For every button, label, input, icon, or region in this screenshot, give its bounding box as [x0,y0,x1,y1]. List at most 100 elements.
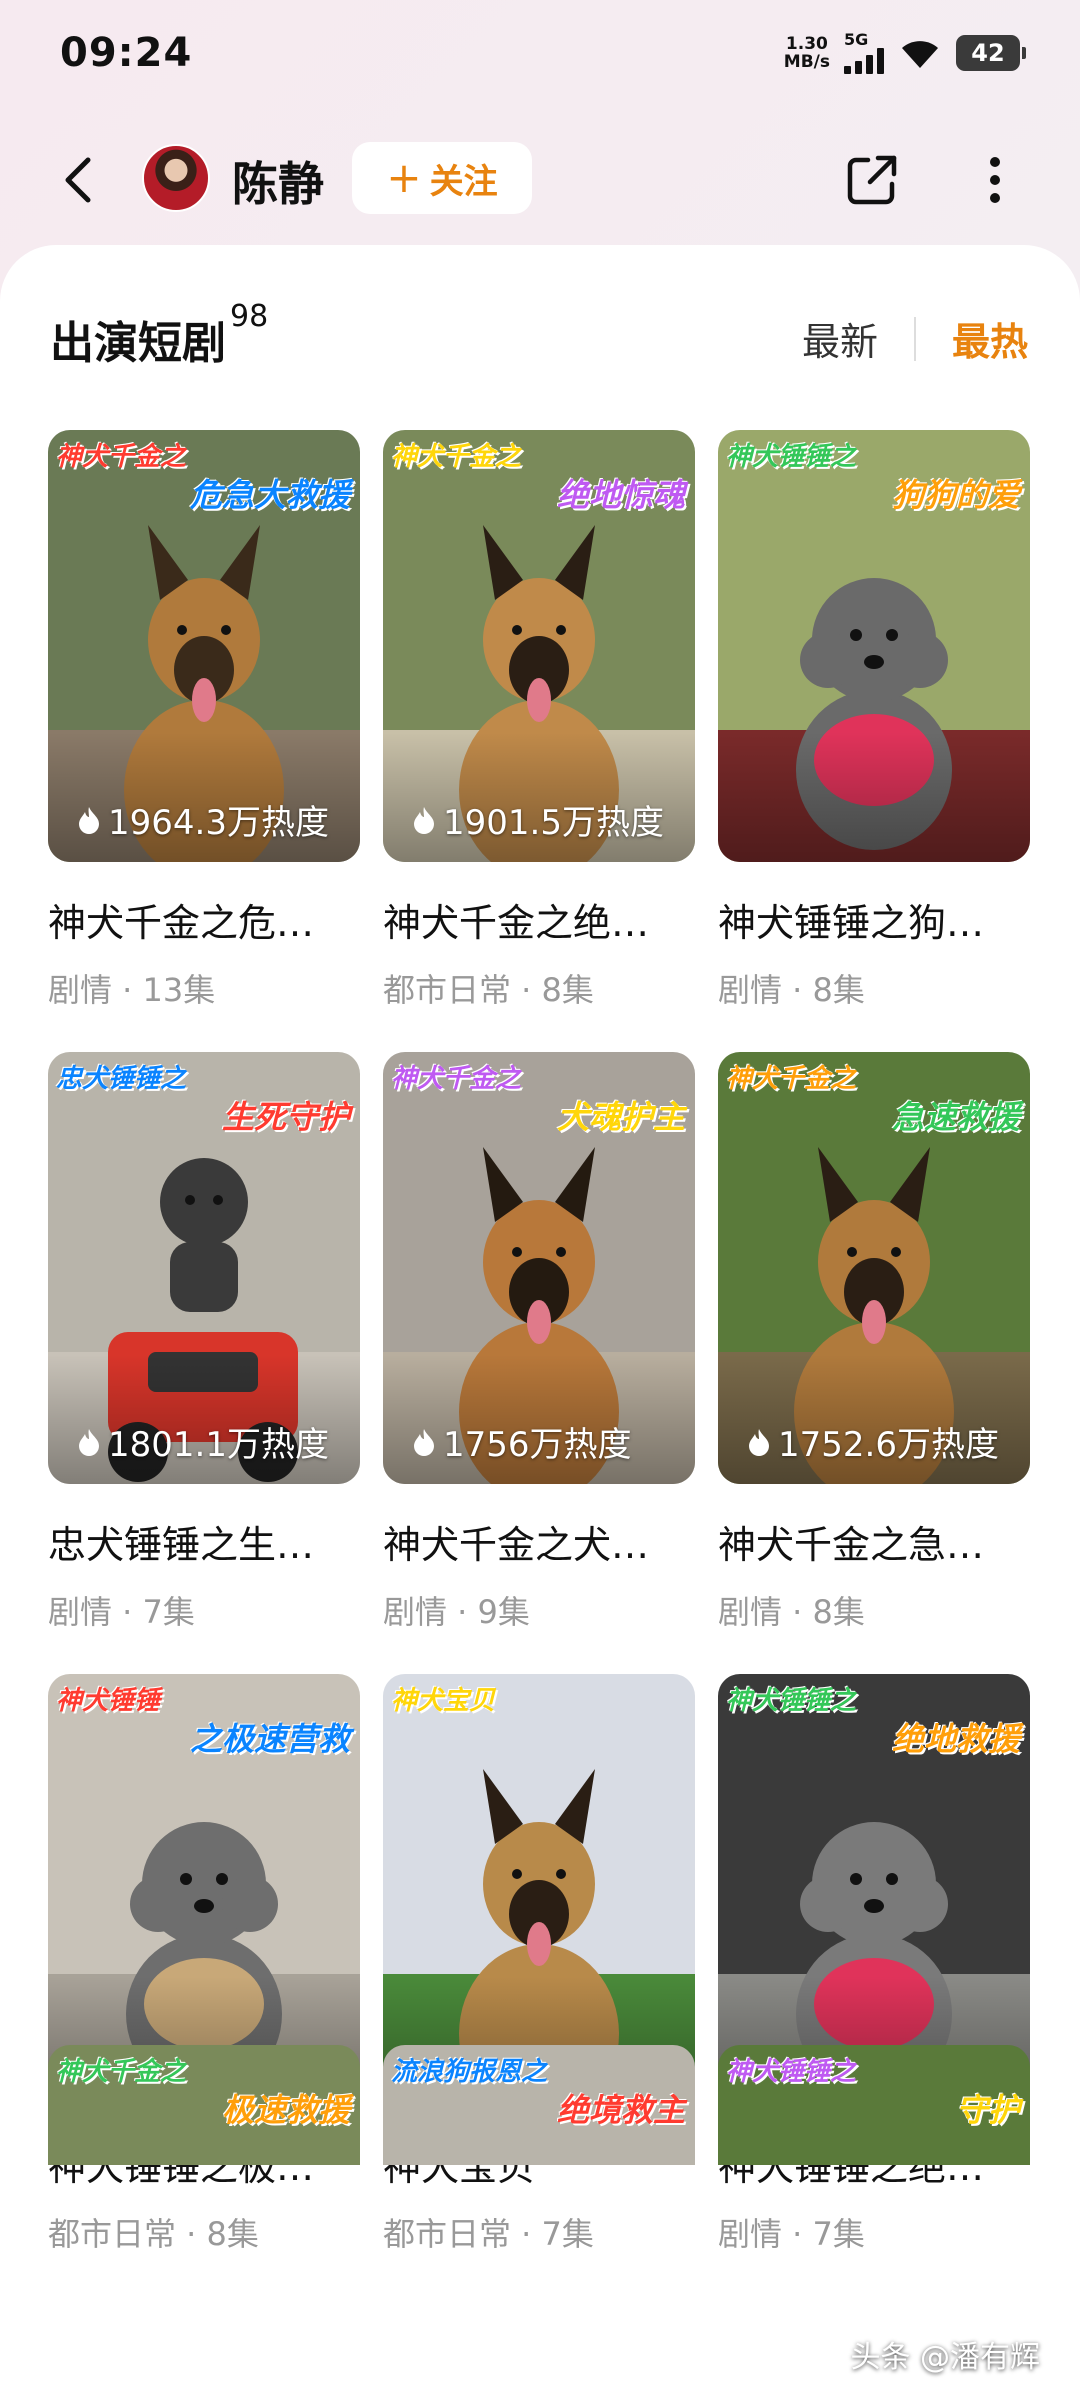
drama-thumbnail[interactable]: 忠犬锤锤之 生死守护 1801.1万热度 [48,1052,360,1484]
banner-bottom-text: 狗狗的爱 [891,476,1020,514]
drama-card-partial[interactable]: 神犬千金之 极速救援 [48,2045,360,2165]
drama-meta: 剧情 · 7集 [48,1593,195,1631]
drama-title[interactable]: 神犬锤锤之狗… [718,892,1030,947]
drama-thumbnail[interactable]: 神犬千金之 犬魂护主 1756万热度 [383,1052,695,1484]
follow-button[interactable]: + 关注 [352,142,532,214]
drama-meta: 剧情 · 8集 [718,1593,865,1631]
heat-badge: 1756万热度 [413,1417,632,1466]
wifi-icon [902,41,938,68]
share-button[interactable] [842,150,902,210]
heat-value: 1964.3万热度 [108,803,329,843]
drama-card[interactable]: 神犬千金之 危急大救援 1964.3万热度 神犬千金之危… 剧情 · 13集 [48,430,360,1052]
avatar[interactable] [142,144,210,212]
drama-thumbnail[interactable]: 神犬千金之 绝地惊魂 1901.5万热度 [383,430,695,862]
more-button[interactable] [965,150,1025,210]
drama-card[interactable]: 神犬千金之 绝地惊魂 1901.5万热度 神犬千金之绝… 都市日常 · 8集 [383,430,695,1052]
banner-top-text: 神犬千金之 [726,1064,857,1094]
banner-bottom-text: 绝地惊魂 [556,476,685,514]
drama-thumbnail[interactable]: 神犬千金之 危急大救援 1964.3万热度 [48,430,360,862]
banner-bottom-text: 犬魂护主 [556,1098,685,1136]
drama-thumbnail[interactable]: 神犬千金之 极速救援 [48,2045,360,2165]
banner-top-text: 神犬千金之 [391,1064,522,1094]
status-time: 09:24 [60,30,193,76]
drama-thumbnail[interactable]: 神犬锤锤之 狗狗的爱 [718,430,1030,862]
drama-thumbnail[interactable]: 神犬千金之 急速救援 1752.6万热度 [718,1052,1030,1484]
back-button[interactable] [50,150,110,210]
sort-tab-latest[interactable]: 最新 [802,311,878,366]
drama-thumbnail[interactable]: 神犬宝贝 1597.4万热度 [383,1674,695,2106]
drama-title[interactable]: 忠犬锤锤之生… [48,1514,360,1569]
drama-meta: 剧情 · 8集 [718,971,865,1009]
battery-icon: 42 [956,35,1026,71]
banner-top-text: 神犬锤锤之 [726,2057,857,2087]
drama-card[interactable]: 神犬千金之 犬魂护主 1756万热度 神犬千金之犬… 剧情 · 9集 [383,1052,695,1674]
drama-meta: 都市日常 · 7集 [383,2215,594,2253]
banner-bottom-text: 极速救援 [221,2091,350,2129]
banner-top-text: 神犬宝贝 [391,1686,496,1716]
drama-grid: 神犬千金之 危急大救援 1964.3万热度 神犬千金之危… 剧情 · 13集 神… [48,430,1030,2296]
drama-card[interactable]: 神犬宝贝 1597.4万热度 神犬宝贝 都市日常 · 7集 [383,1674,695,2296]
heat-badge: 1964.3万热度 [78,795,329,844]
banner-bottom-text: 之极速营救 [189,1720,350,1758]
sort-divider [913,316,916,361]
drama-title[interactable]: 神犬千金之犬… [383,1514,695,1569]
flame-icon [79,1428,99,1456]
network-speed: 1.30 MB/s [784,35,830,71]
watermark: 头条 @潘有辉 [850,2340,1040,2375]
sort-tabs: 最新 最热 [802,311,1028,366]
heat-value: 1801.1万热度 [108,1425,329,1465]
drama-card-partial[interactable]: 神犬锤锤之 守护 [718,2045,1030,2165]
drama-card-partial[interactable]: 流浪狗报恩之 绝境救主 [383,2045,695,2165]
banner-top-text: 神犬锤锤 [56,1686,161,1716]
drama-card[interactable]: 神犬锤锤 之极速营救 1604.3万热度 神犬锤锤之极… 都市日常 · 8集 [48,1674,360,2296]
heat-badge: 1752.6万热度 [748,1417,999,1466]
banner-top-text: 忠犬锤锤之 [56,1064,187,1094]
drama-thumbnail[interactable]: 流浪狗报恩之 绝境救主 [383,2045,695,2165]
plus-icon: + [386,153,422,202]
section-title: 出演短剧98 [50,299,268,371]
sort-tab-hottest[interactable]: 最热 [952,311,1028,366]
more-vertical-icon [990,157,1000,203]
status-bar: 09:24 1.30 MB/s 5G 42 [0,0,1080,115]
heat-badge: 1901.5万热度 [413,795,664,844]
heat-badge: 1801.1万热度 [78,1417,329,1466]
network-speed-unit: MB/s [783,52,830,72]
banner-bottom-text: 绝境救主 [556,2091,685,2129]
banner-top-text: 神犬千金之 [56,442,187,472]
share-icon [847,155,897,205]
drama-meta: 剧情 · 9集 [383,1593,530,1631]
drama-title[interactable]: 神犬千金之危… [48,892,360,947]
banner-bottom-text: 生死守护 [221,1098,350,1136]
banner-bottom-text: 危急大救援 [189,476,350,514]
banner-top-text: 神犬千金之 [56,2057,187,2087]
drama-title[interactable]: 神犬千金之绝… [383,892,695,947]
user-name[interactable]: 陈静 [232,148,324,214]
heat-value: 1752.6万热度 [778,1425,999,1465]
drama-meta: 都市日常 · 8集 [48,2215,259,2253]
drama-card[interactable]: 忠犬锤锤之 生死守护 1801.1万热度 忠犬锤锤之生… 剧情 · 7集 [48,1052,360,1674]
drama-card[interactable]: 神犬锤锤之 绝地救援 1594.8万热度 神犬锤锤之绝… 剧情 · 7集 [718,1674,1030,2296]
battery-level: 42 [971,39,1005,67]
drama-thumbnail[interactable]: 神犬锤锤之 守护 [718,2045,1030,2165]
drama-card[interactable]: 神犬千金之 急速救援 1752.6万热度 神犬千金之急… 剧情 · 8集 [718,1052,1030,1674]
flame-icon [414,1428,434,1456]
flame-icon [749,1428,769,1456]
signal-bars [844,48,884,74]
drama-thumbnail[interactable]: 神犬锤锤 之极速营救 1604.3万热度 [48,1674,360,2106]
network-speed-value: 1.30 [785,34,828,54]
section-count: 98 [230,299,269,334]
drama-title[interactable]: 神犬千金之急… [718,1514,1030,1569]
banner-bottom-text: 守护 [955,2091,1020,2129]
heat-value: 1901.5万热度 [443,803,664,843]
banner-top-text: 流浪狗报恩之 [391,2057,548,2087]
chevron-left-icon [65,157,91,203]
cellular-label: 5G [844,30,869,49]
cellular-signal-icon: 5G [844,32,884,74]
heat-value: 1756万热度 [443,1425,632,1465]
follow-label: 关注 [429,161,498,202]
drama-card[interactable]: 神犬锤锤之 狗狗的爱 神犬锤锤之狗… 剧情 · 8集 [718,430,1030,1052]
profile-header: 陈静 + 关注 [0,130,1080,230]
drama-meta: 剧情 · 13集 [48,971,216,1009]
drama-meta: 剧情 · 7集 [718,2215,865,2253]
drama-thumbnail[interactable]: 神犬锤锤之 绝地救援 1594.8万热度 [718,1674,1030,2106]
